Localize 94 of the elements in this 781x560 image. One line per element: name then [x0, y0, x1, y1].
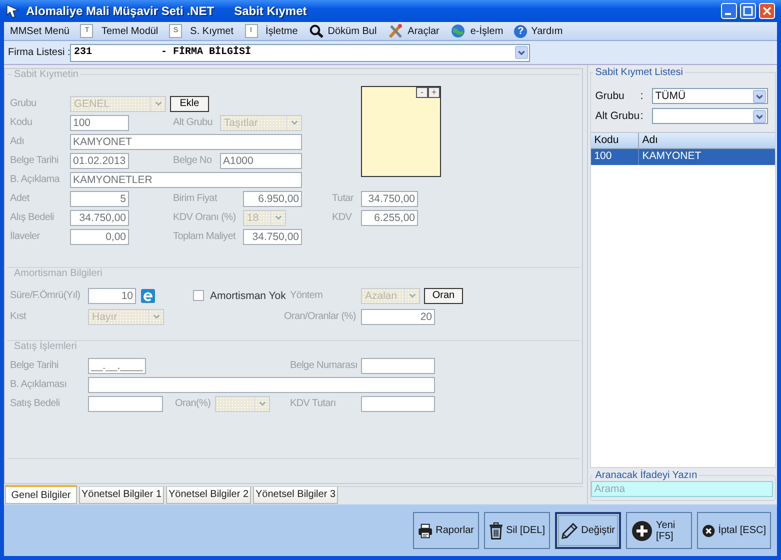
field-label: Süre/F.Ömrü(Yıl) — [10, 290, 82, 301]
input-field[interactable]: 0,00 — [70, 228, 129, 244]
field-label: Toplam Maliyet — [173, 231, 237, 242]
action-button[interactable]: Yeni [F5] — [626, 512, 692, 549]
field-label: Birim Fiyat — [173, 193, 218, 204]
action-button[interactable]: Sil [DEL] — [484, 512, 550, 549]
field-label: Adet — [10, 193, 31, 204]
field-label: Kodu — [10, 117, 34, 128]
field-label: Kıst — [10, 311, 28, 322]
input-field[interactable] — [88, 376, 435, 392]
module-title: Sabit Kıymet — [234, 4, 307, 18]
group-title: Aranacak İfadeyi Yazın — [594, 470, 698, 481]
tab[interactable]: Genel Bilgiler — [5, 485, 77, 504]
close-icon[interactable] — [759, 3, 775, 19]
input-field[interactable]: KAMYONET — [70, 134, 302, 150]
menu-item[interactable]: Araçlar — [388, 23, 440, 39]
field-label: Satış Bedeli — [10, 398, 61, 409]
app-logo-icon — [6, 4, 20, 18]
input-field[interactable]: 34.750,00 — [243, 228, 302, 244]
zoom-in-button[interactable]: + — [428, 87, 440, 98]
group-title: Sabit Kıymet Listesi — [594, 67, 684, 78]
field-label: KDV Oranı (%) — [173, 212, 237, 223]
table-cell-text: KAMYONET — [641, 149, 702, 164]
field-label: Oran(%) — [175, 398, 212, 409]
action-button[interactable]: Raporlar — [413, 512, 479, 549]
field-label: Grubu — [10, 98, 38, 109]
input-field[interactable]: 6.950,00 — [243, 190, 302, 206]
tools-icon — [388, 23, 404, 39]
field-label: KDV Tutarı — [290, 398, 337, 409]
tab[interactable]: Yönetsel Bilgiler 2 — [166, 487, 251, 504]
input-field[interactable]: A1000 — [220, 152, 302, 168]
input-field[interactable]: 6.255,00 — [361, 210, 418, 226]
field-label: Yöntem — [290, 290, 324, 301]
field-label: Tutar — [332, 193, 355, 204]
web-icon[interactable] — [141, 288, 155, 302]
checkbox-label: Amortisman Yok — [210, 290, 286, 302]
input-field[interactable] — [88, 396, 163, 412]
field-label: B. Açıklaması — [10, 379, 68, 390]
rate-button[interactable]: Oran — [424, 288, 463, 304]
field-label: Alış Bedeli — [10, 212, 55, 223]
input-field[interactable]: 34.750,00 — [361, 190, 418, 206]
input-field[interactable]: KAMYONETLER — [70, 172, 302, 188]
plus-circle-icon — [631, 520, 653, 542]
input-field[interactable] — [361, 358, 435, 374]
action-button[interactable]: Değiştir — [555, 512, 621, 549]
dropdown[interactable]: TÜMÜ — [652, 88, 768, 104]
field-label: Oran/Oranlar (%) — [284, 311, 357, 322]
table-cell: 100 — [591, 149, 640, 165]
column-header[interactable]: Adı — [639, 133, 658, 148]
minimize-icon[interactable] — [721, 3, 737, 19]
dropdown[interactable] — [652, 108, 768, 124]
field-label: B. Açıklama — [10, 174, 61, 185]
globe-icon — [450, 23, 466, 39]
zoom-out-button[interactable]: - — [416, 87, 428, 98]
action-button[interactable]: İptal [ESC] — [697, 512, 771, 549]
field-label: Alt Grubu — [595, 110, 640, 122]
group-title: Satış İşlemleri — [13, 341, 78, 352]
column-header[interactable]: Kodu — [591, 133, 640, 148]
window-title: Alomaliye Mali Müşavir Seti .NET — [26, 4, 214, 18]
field-label: İlaveler — [10, 231, 41, 242]
menu-item[interactable]: ? Yardım — [514, 24, 563, 38]
group-title: Amortisman Bilgileri — [13, 268, 104, 279]
add-button[interactable]: Ekle — [170, 96, 209, 112]
input-field[interactable]: 100 — [70, 114, 129, 130]
input-field[interactable]: 5 — [70, 190, 129, 206]
help-icon: ? — [514, 24, 528, 38]
input-field[interactable] — [361, 396, 435, 412]
field-label: Firma Listesi : — [8, 47, 70, 58]
input-field[interactable]: 20 — [361, 308, 435, 324]
table-row[interactable]: 100 KAMYONET — [591, 149, 775, 165]
field-label: Alt Grubu — [173, 117, 214, 128]
input-field[interactable]: 34.750,00 — [70, 210, 129, 226]
search-icon — [308, 24, 324, 38]
tab[interactable]: Yönetsel Bilgiler 3 — [253, 487, 338, 504]
input-field[interactable]: 10 — [88, 288, 136, 304]
search-field[interactable]: Arama — [591, 481, 774, 497]
menu-item[interactable]: MMSet Menü — [10, 26, 70, 36]
field-label: Belge Numarası — [290, 360, 358, 371]
field-label: Grubu — [595, 90, 626, 102]
menu-item[interactable]: Döküm Bul — [308, 24, 377, 38]
tab[interactable]: Yönetsel Bilgiler 1 — [79, 487, 164, 504]
field-label: Belge No — [173, 155, 213, 166]
input-field[interactable]: 01.02.2013 — [70, 152, 129, 168]
field-label: Adı — [10, 136, 26, 147]
field-label: Belge Tarihi — [10, 360, 60, 371]
separator-text: : — [640, 90, 644, 102]
field-label: Belge Tarihi — [10, 155, 60, 166]
group-title: Sabit Kıymetin — [13, 69, 80, 80]
company-dropdown[interactable]: 231 - FİRMA BİLGİSİ — [70, 44, 530, 62]
maximize-icon[interactable] — [740, 3, 756, 19]
field-label: KDV — [332, 212, 353, 223]
checkbox[interactable] — [193, 290, 204, 301]
separator-text: : — [640, 110, 644, 122]
menu-item[interactable]: e-İşlem — [450, 23, 504, 39]
